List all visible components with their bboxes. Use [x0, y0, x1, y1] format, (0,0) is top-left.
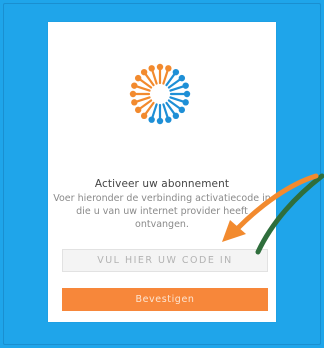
activation-heading: Activeer uw abonnement — [94, 178, 230, 190]
activation-card: Activeer uw abonnement Voer hieronder de… — [48, 22, 276, 322]
sunburst-logo-icon — [129, 63, 191, 125]
activation-code-input[interactable] — [62, 249, 268, 272]
confirm-button[interactable]: Bevestigen — [62, 288, 268, 311]
activation-instructions: Voer hieronder de verbinding activatieco… — [53, 193, 271, 230]
